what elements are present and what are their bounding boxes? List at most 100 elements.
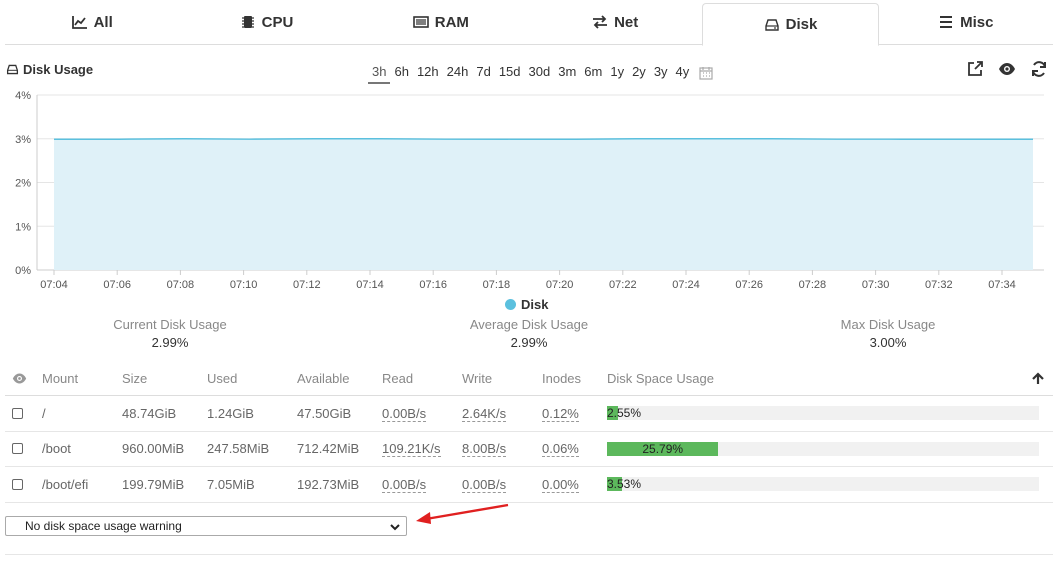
tab-cpu[interactable]: CPU xyxy=(179,0,353,44)
range-30d[interactable]: 30d xyxy=(525,62,555,84)
tab-misc[interactable]: Misc xyxy=(879,0,1053,44)
tab-net[interactable]: Net xyxy=(528,0,702,44)
x-tick-label: 07:32 xyxy=(925,279,953,291)
header-available[interactable]: Available xyxy=(297,371,382,386)
hdd-icon xyxy=(764,18,779,31)
legend-swatch xyxy=(505,299,516,310)
x-tick-label: 07:06 xyxy=(103,279,131,291)
range-12h[interactable]: 12h xyxy=(413,62,443,84)
x-tick-label: 07:10 xyxy=(230,279,258,291)
x-axis-ticks: 07:04 07:06 07:08 07:10 07:12 07:14 07:16 07:18… xyxy=(40,270,1016,291)
tab-all[interactable]: All xyxy=(5,0,179,44)
header-write[interactable]: Write xyxy=(462,371,542,386)
x-tick-label: 07:04 xyxy=(40,279,68,291)
annotation-arrow-icon xyxy=(416,503,509,524)
x-tick-label: 07:20 xyxy=(546,279,574,291)
cell-size: 960.00MiB xyxy=(122,441,185,457)
stat-value: 2.99% xyxy=(510,335,548,350)
cell-read[interactable]: 0.00B/s xyxy=(382,405,427,422)
range-3m[interactable]: 3m xyxy=(554,62,580,84)
calendar-button[interactable] xyxy=(693,62,713,84)
eye-icon xyxy=(12,373,27,384)
x-tick-label: 07:26 xyxy=(735,279,763,291)
stat-label: Average Disk Usage xyxy=(469,317,589,332)
usage-bar: 25.79% xyxy=(607,441,1039,456)
range-15d[interactable]: 15d xyxy=(495,62,525,84)
cell-write[interactable]: 8.00B/s xyxy=(462,441,507,458)
x-tick-label: 07:08 xyxy=(167,279,195,291)
usage-bar-label: 25.79% xyxy=(642,441,684,456)
cell-write[interactable]: 0.00B/s xyxy=(462,476,507,493)
range-6h[interactable]: 6h xyxy=(390,62,412,84)
cell-used: 247.58MiB xyxy=(207,441,270,457)
range-4y[interactable]: 4y xyxy=(672,62,694,84)
header-disk-space-usage[interactable]: Disk Space Usage xyxy=(607,371,1053,386)
cell-mount: /boot/efi xyxy=(42,476,89,492)
tab-label: RAM xyxy=(434,13,469,31)
range-3y[interactable]: 3y xyxy=(650,62,672,84)
range-1y[interactable]: 1y xyxy=(606,62,628,84)
header-size[interactable]: Size xyxy=(122,371,207,386)
cell-used: 7.05MiB xyxy=(207,476,255,492)
sort-up-icon[interactable] xyxy=(1031,371,1045,386)
cell-size: 48.74GiB xyxy=(122,405,177,421)
external-link-icon[interactable] xyxy=(966,60,984,78)
select-value: No disk space usage warning xyxy=(25,519,182,533)
row-checkbox[interactable] xyxy=(12,443,23,455)
x-tick-label: 07:16 xyxy=(419,279,447,291)
tab-disk[interactable]: Disk xyxy=(702,3,879,46)
cell-inodes[interactable]: 0.12% xyxy=(542,405,579,422)
header-mount[interactable]: Mount xyxy=(37,371,122,386)
bars-icon xyxy=(940,16,953,28)
panel-title: Disk Usage xyxy=(6,62,93,77)
cell-used: 1.24GiB xyxy=(207,405,254,421)
disk-warning-select[interactable]: No disk space usage warning xyxy=(5,516,407,536)
cell-read[interactable]: 0.00B/s xyxy=(382,476,427,493)
chip-icon xyxy=(241,16,254,28)
tab-label: Net xyxy=(614,13,639,31)
calendar-icon xyxy=(699,67,713,80)
header-inodes[interactable]: Inodes xyxy=(542,371,607,386)
cell-mount: / xyxy=(42,405,46,421)
legend-label: Disk xyxy=(521,297,549,312)
refresh-icon[interactable] xyxy=(1030,60,1048,78)
range-24h[interactable]: 24h xyxy=(443,62,473,84)
tab-label: All xyxy=(93,13,113,31)
cell-write[interactable]: 2.64K/s xyxy=(462,405,507,422)
x-tick-label: 07:18 xyxy=(483,279,511,291)
divider xyxy=(5,554,1053,555)
tab-label: Misc xyxy=(960,13,994,31)
cell-inodes[interactable]: 0.00% xyxy=(542,476,579,493)
tab-ram[interactable]: RAM xyxy=(354,0,528,44)
range-6m[interactable]: 6m xyxy=(580,62,606,84)
visibility-column[interactable] xyxy=(5,371,37,386)
stat-value: 3.00% xyxy=(869,335,907,350)
memory-icon xyxy=(412,16,429,28)
header-used[interactable]: Used xyxy=(207,371,297,386)
stat-label: Current Disk Usage xyxy=(113,317,227,332)
disk-usage-chart: 0% 1% 2% 3% 4% 07:04 07:06 07:08 07:10 07:12 07:1… xyxy=(15,90,1044,291)
tab-bar: All CPU RAM Net Disk Misc xyxy=(5,0,1053,46)
header-read[interactable]: Read xyxy=(382,371,462,386)
usage-bar-label: 3.53% xyxy=(607,477,642,492)
row-checkbox[interactable] xyxy=(12,478,23,490)
eye-icon[interactable] xyxy=(998,60,1016,78)
range-2y[interactable]: 2y xyxy=(628,62,650,84)
y-axis-ticks: 0% 1% 2% 3% 4% xyxy=(15,90,31,277)
range-7d[interactable]: 7d xyxy=(472,62,494,84)
average-usage-stat: Average Disk Usage 2.99% xyxy=(409,317,649,350)
table-header: Mount Size Used Available Read Write Ino… xyxy=(5,362,1053,396)
cell-inodes[interactable]: 0.06% xyxy=(542,441,579,458)
row-checkbox[interactable] xyxy=(12,407,23,419)
chart-legend[interactable]: Disk xyxy=(505,297,548,312)
line-chart-icon xyxy=(71,16,87,29)
usage-bar: 2.55% xyxy=(607,406,1039,421)
x-tick-label: 07:24 xyxy=(672,279,700,291)
cell-mount: /boot xyxy=(42,441,71,457)
current-usage-stat: Current Disk Usage 2.99% xyxy=(50,317,290,350)
x-tick-label: 07:28 xyxy=(799,279,827,291)
y-tick-label: 0% xyxy=(15,265,31,277)
chart-series xyxy=(54,137,1033,270)
range-3h[interactable]: 3h xyxy=(368,62,391,84)
cell-read[interactable]: 109.21K/s xyxy=(382,441,441,458)
